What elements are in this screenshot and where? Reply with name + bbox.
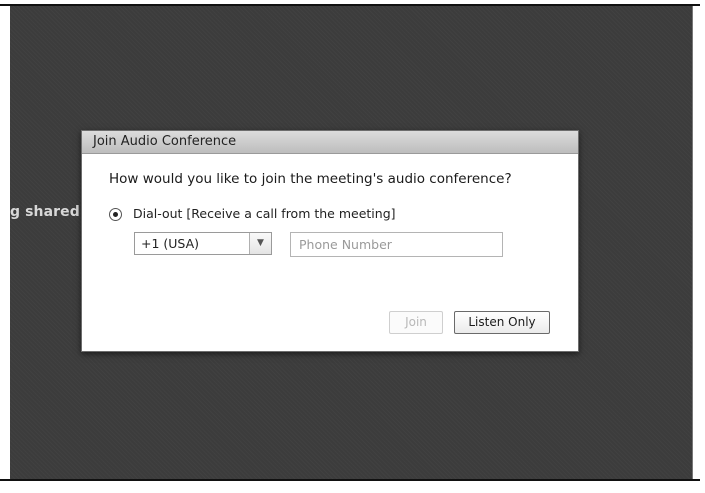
phone-number-input[interactable] [290, 232, 503, 257]
dial-out-option-label[interactable]: Dial-out [Receive a call from the meetin… [133, 206, 396, 221]
join-button[interactable]: Join [389, 311, 443, 334]
country-code-value: +1 (USA) [141, 236, 200, 251]
dialog-title-bar: Join Audio Conference [82, 131, 578, 154]
radio-selected-icon[interactable] [109, 208, 122, 221]
country-code-select[interactable]: +1 (USA) ▼ [134, 232, 272, 255]
chevron-down-icon[interactable]: ▼ [249, 233, 271, 254]
listen-only-button[interactable]: Listen Only [454, 311, 550, 334]
bottom-border [0, 479, 700, 481]
dialog-title: Join Audio Conference [93, 134, 237, 149]
join-audio-dialog: Join Audio Conference How would you like… [81, 130, 579, 352]
audio-question: How would you like to join the meeting's… [109, 171, 512, 187]
background-share-text: g shared. [10, 204, 86, 220]
right-border [692, 6, 693, 479]
